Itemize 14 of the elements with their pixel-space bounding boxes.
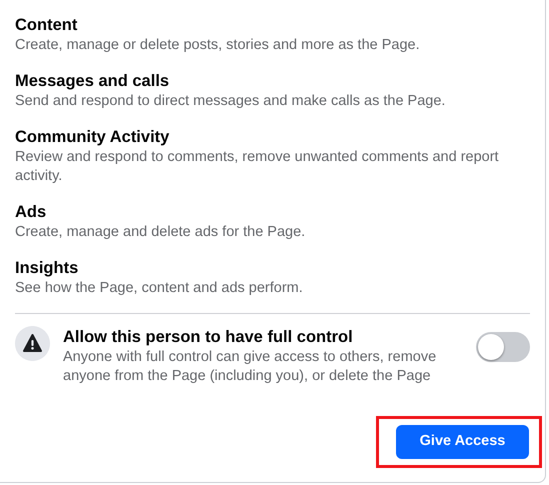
permission-title: Messages and calls (15, 71, 170, 92)
full-control-title: Allow this person to have full control (63, 327, 354, 348)
permission-title: Community Activity (15, 127, 170, 148)
permission-description: Review and respond to comments, remove unwanted comments and report activity. (15, 148, 500, 186)
permission-description: See how the Page, content and ads perform. (15, 279, 304, 298)
permission-description: Send and respond to direct messages and make calls as the Page. (15, 92, 446, 111)
permission-description: Create, manage or delete posts, stories and more as the Page. (15, 36, 421, 55)
permission-title: Ads (15, 202, 48, 223)
permission-title: Content (15, 15, 78, 36)
permission-description: Create, manage and delete ads for the Page. (15, 223, 306, 242)
permission-title: Insights (15, 258, 80, 279)
full-control-description: Anyone with full control can give access to others, remove anyone from the Page (including you), or delete the Page (63, 348, 438, 386)
full-control-toggle[interactable] (476, 332, 530, 362)
give-access-button[interactable]: Give Access (396, 425, 529, 459)
